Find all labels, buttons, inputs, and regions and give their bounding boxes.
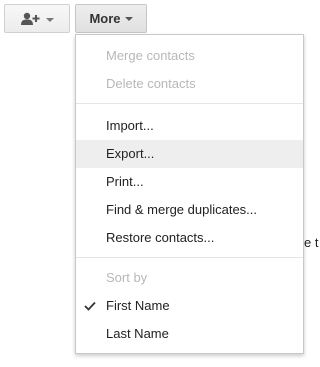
chevron-down-icon [124,17,133,21]
menu-item-label: Merge contacts [106,48,195,63]
more-button-label: More [89,11,121,26]
menu-item-label: Print... [106,174,144,189]
more-dropdown-menu: Merge contacts Delete contacts Import...… [75,34,304,354]
menu-item-label: Last Name [106,326,169,341]
person-add-icon [20,12,41,26]
menu-item-import[interactable]: Import... [76,112,303,140]
menu-item-restore-contacts[interactable]: Restore contacts... [76,224,303,252]
menu-item-label: First Name [106,298,170,313]
background-text: e t [304,235,319,250]
menu-item-merge-contacts: Merge contacts [76,42,303,70]
menu-item-print[interactable]: Print... [76,168,303,196]
chevron-down-icon [45,17,54,22]
menu-item-sort-last-name[interactable]: Last Name [76,320,303,348]
menu-item-sort-first-name[interactable]: First Name [76,292,303,320]
menu-item-label: Export... [106,146,155,161]
menu-item-export[interactable]: Export... [76,140,303,168]
more-button[interactable]: More [75,4,147,33]
menu-item-find-merge-duplicates[interactable]: Find & merge duplicates... [76,196,303,224]
menu-item-delete-contacts: Delete contacts [76,70,303,98]
checkmark-icon [84,292,96,320]
menu-item-label: Restore contacts... [106,230,215,245]
menu-item-label: Find & merge duplicates... [106,202,258,217]
add-contact-button[interactable] [4,4,70,33]
menu-separator [76,257,303,258]
sort-by-header: Sort by [76,264,303,292]
menu-separator [76,103,303,104]
sort-by-label: Sort by [106,270,148,285]
menu-item-label: Delete contacts [106,76,196,91]
menu-item-label: Import... [106,118,154,133]
